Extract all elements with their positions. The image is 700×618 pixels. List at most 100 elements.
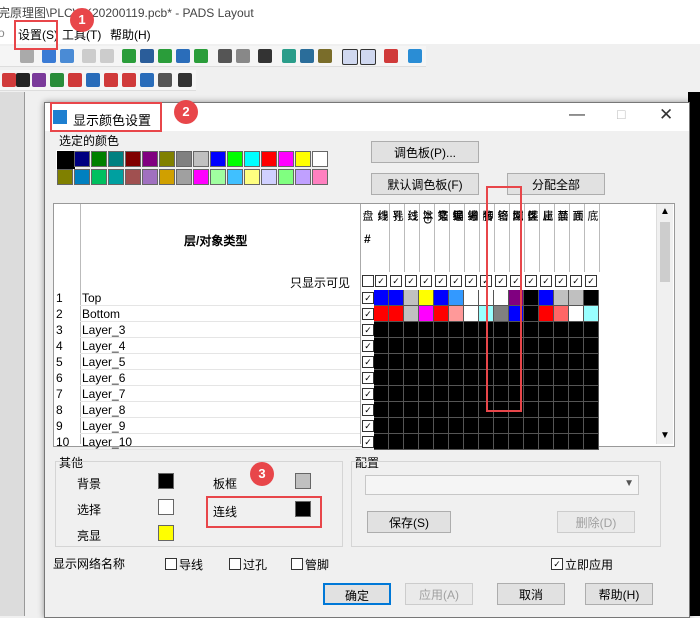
color-cell[interactable] [449,290,464,306]
color-cell[interactable] [509,418,524,434]
color-cell[interactable] [554,418,569,434]
color-cell[interactable] [374,434,389,450]
palette-swatch[interactable] [74,151,90,167]
color-cell[interactable] [389,306,404,322]
column-visible-checkbox[interactable]: ✓ [405,275,417,287]
help-button[interactable]: 帮助(H) [585,583,653,605]
net-name-trace-checkbox[interactable] [165,558,177,570]
color-cell[interactable] [584,434,599,450]
scroll-down-icon[interactable]: ▼ [660,430,670,441]
display-colors-icon[interactable] [360,49,376,65]
color-cell[interactable] [569,354,584,370]
color-cell[interactable] [389,354,404,370]
menu-file-partial[interactable]: o [0,26,5,40]
color-cell[interactable] [479,434,494,450]
color-cell[interactable] [404,290,419,306]
color-cell[interactable] [389,418,404,434]
color-cell[interactable] [464,306,479,322]
column-visible-checkbox[interactable]: ✓ [435,275,447,287]
color-cell[interactable] [434,322,449,338]
palette-swatch[interactable] [261,151,277,167]
color-cell[interactable] [449,322,464,338]
color-cell[interactable] [464,322,479,338]
column-visible-checkbox[interactable]: ✓ [390,275,402,287]
layer-name[interactable]: Layer_7 [82,387,125,401]
color-cell[interactable] [554,306,569,322]
pcb-icon[interactable] [42,49,56,63]
lib-icon[interactable] [68,73,82,87]
color-cell[interactable] [389,370,404,386]
palette-swatch[interactable] [159,169,175,185]
column-visible-checkbox[interactable]: ✓ [525,275,537,287]
layer-visible-checkbox[interactable]: ✓ [362,372,374,384]
layer-name[interactable]: Bottom [82,307,120,321]
part-icon[interactable] [86,73,100,87]
palette-swatch[interactable] [312,151,328,167]
color-cell[interactable] [584,306,599,322]
color-cell[interactable] [569,434,584,450]
color-cell[interactable] [404,402,419,418]
line-icon[interactable] [176,49,190,63]
color-cell[interactable] [374,370,389,386]
layer-icon[interactable] [140,49,154,63]
layer-visible-checkbox[interactable]: ✓ [362,436,374,448]
color-cell[interactable] [449,354,464,370]
color-cell[interactable] [509,434,524,450]
view-icon[interactable] [342,49,358,65]
book-icon[interactable] [50,73,64,87]
color-cell[interactable] [569,370,584,386]
column-visible-checkbox[interactable]: ✓ [585,275,597,287]
color-cell[interactable] [584,338,599,354]
layer-name[interactable]: Layer_5 [82,355,125,369]
color-cell[interactable] [569,290,584,306]
cam-icon[interactable] [384,49,398,63]
palette-swatch[interactable] [108,151,124,167]
palette-swatch[interactable] [244,151,260,167]
color-cell[interactable] [434,402,449,418]
color-cell[interactable] [389,386,404,402]
palette-swatch[interactable] [142,169,158,185]
color-cell[interactable] [464,354,479,370]
color-cell[interactable] [434,338,449,354]
tool4-icon[interactable] [178,73,192,87]
palette-swatch[interactable] [176,151,192,167]
color-cell[interactable] [434,434,449,450]
column-visible-checkbox[interactable]: ✓ [570,275,582,287]
color-cell[interactable] [569,322,584,338]
tool3-icon[interactable] [140,73,154,87]
column-visible-checkbox[interactable]: ✓ [375,275,387,287]
palette-swatch[interactable] [244,169,260,185]
redo-icon[interactable] [236,49,250,63]
table-scrollbar[interactable]: ▲ ▼ [656,204,673,444]
color-cell[interactable] [524,386,539,402]
output-icon[interactable] [408,49,422,63]
color-cell[interactable] [374,418,389,434]
color-cell[interactable] [494,418,509,434]
color-cell[interactable] [464,338,479,354]
color-cell[interactable] [419,306,434,322]
color-cell[interactable] [434,306,449,322]
color-cell[interactable] [584,322,599,338]
palette-swatch[interactable] [176,169,192,185]
palette-swatch[interactable] [74,169,90,185]
color-cell[interactable] [554,434,569,450]
color-cell[interactable] [449,370,464,386]
color-cell[interactable] [389,322,404,338]
grid-icon[interactable] [158,49,172,63]
palette-swatch[interactable] [210,169,226,185]
color-cell[interactable] [404,354,419,370]
palette-swatch[interactable] [295,151,311,167]
pen-icon[interactable] [318,49,332,63]
color-cell[interactable] [419,322,434,338]
ok-button[interactable]: 确定 [323,583,391,605]
scroll-thumb[interactable] [660,222,670,282]
layer-name[interactable]: Layer_10 [82,435,132,449]
decal-icon[interactable] [104,73,118,87]
color-cell[interactable] [539,418,554,434]
palette-swatch[interactable] [56,150,76,170]
color-cell[interactable] [554,354,569,370]
palette-swatch[interactable] [295,169,311,185]
color-cell[interactable] [374,338,389,354]
color-cell[interactable] [464,434,479,450]
color-cell[interactable] [374,322,389,338]
